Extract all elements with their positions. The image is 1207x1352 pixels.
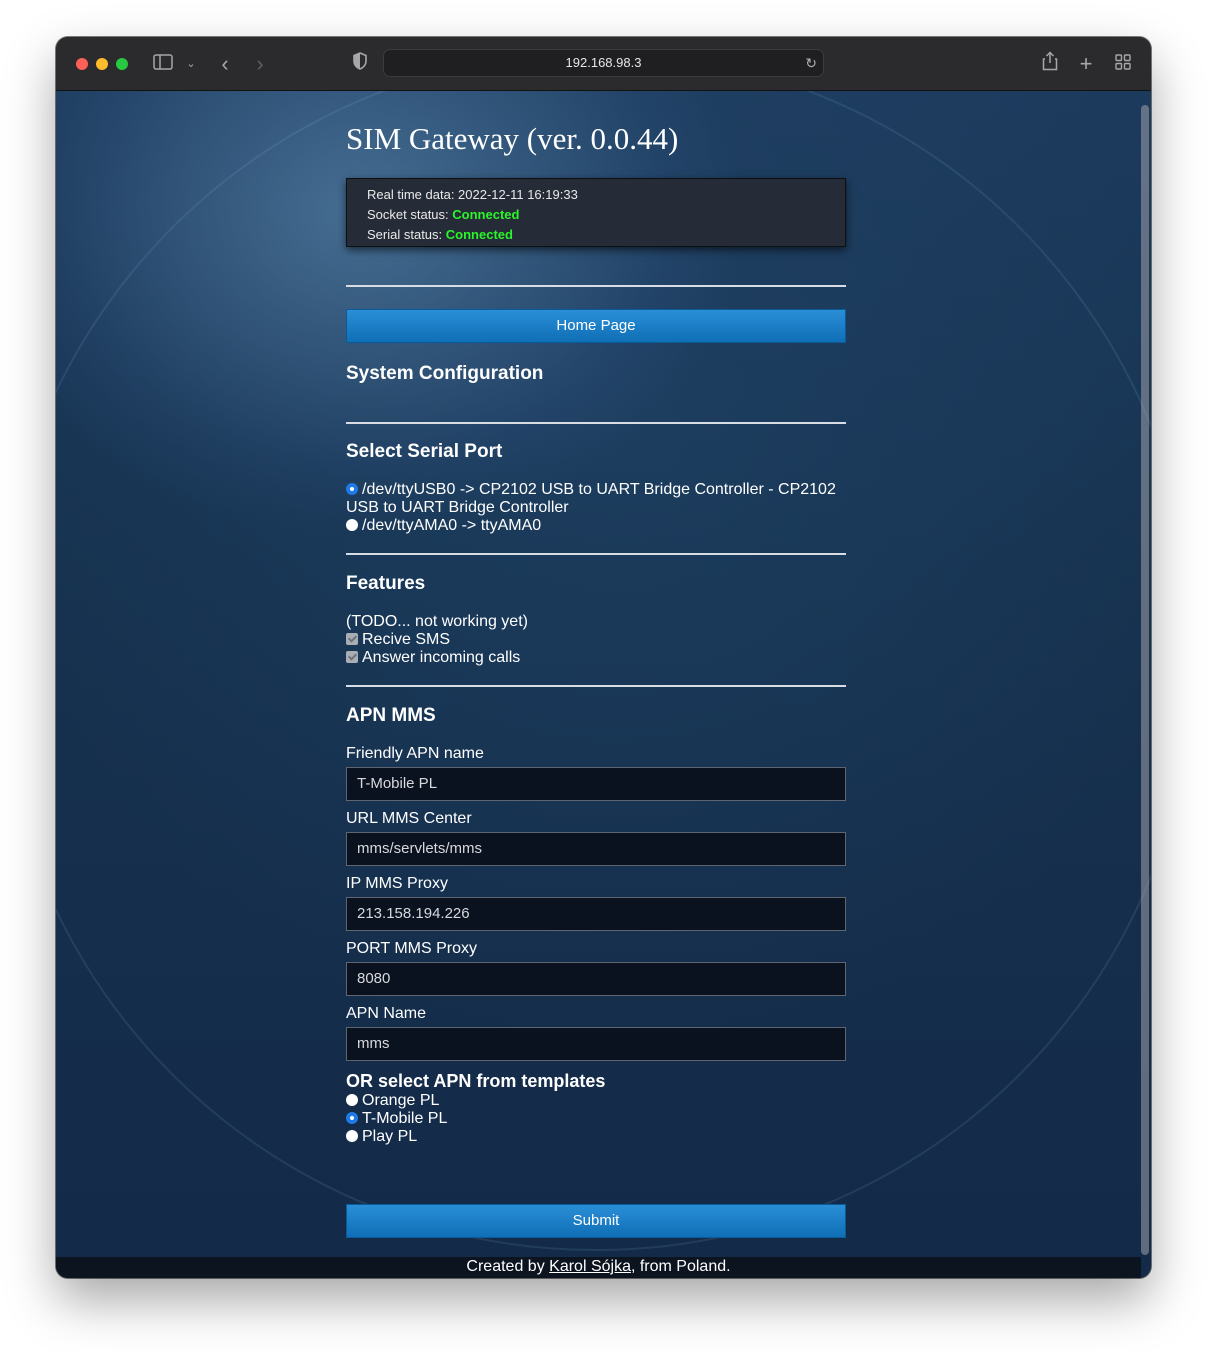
- radio-unselected-icon[interactable]: [346, 1094, 358, 1106]
- home-page-button[interactable]: Home Page: [346, 309, 846, 343]
- serial-option-usb0[interactable]: /dev/ttyUSB0 -> CP2102 USB to UART Bridg…: [346, 481, 836, 499]
- sidebar-toggle-icon[interactable]: [152, 51, 174, 77]
- radio-unselected-icon[interactable]: [346, 1130, 358, 1142]
- friendly-apn-label: Friendly APN name: [346, 745, 484, 762]
- checkbox-disabled-icon: [346, 651, 358, 663]
- serial-status-label: Serial status:: [367, 227, 443, 242]
- tab-overview-icon[interactable]: [1113, 51, 1133, 77]
- apn-name-label: APN Name: [346, 1005, 427, 1022]
- ip-mms-proxy-input[interactable]: 213.158.194.226: [346, 897, 846, 931]
- apn-mms-heading: APN MMS: [346, 705, 436, 726]
- footer: Created by Karol Sójka, from Poland.: [56, 1257, 1141, 1278]
- close-window-button[interactable]: [76, 58, 88, 70]
- port-mms-proxy-input[interactable]: 8080: [346, 962, 846, 996]
- divider: [346, 422, 846, 424]
- template-play[interactable]: Play PL: [346, 1128, 417, 1146]
- reload-icon[interactable]: ↻: [805, 50, 817, 76]
- serial-option-ama0-label: /dev/ttyAMA0 -> ttyAMA0: [362, 517, 542, 534]
- feature-recive-sms-label: Recive SMS: [362, 631, 451, 648]
- back-arrow-icon[interactable]: ‹: [216, 51, 234, 77]
- serial-option-usb0-continued: USB to UART Bridge Controller: [346, 499, 569, 516]
- port-mms-proxy-label: PORT MMS Proxy: [346, 940, 477, 957]
- shield-icon[interactable]: [350, 51, 370, 77]
- minimize-window-button[interactable]: [96, 58, 108, 70]
- ip-mms-proxy-label: IP MMS Proxy: [346, 875, 448, 892]
- submit-button[interactable]: Submit: [346, 1204, 846, 1238]
- page-title: SIM Gateway (ver. 0.0.44): [346, 121, 679, 156]
- radio-unselected-icon[interactable]: [346, 519, 358, 531]
- serial-option-usb0-label: /dev/ttyUSB0 -> CP2102 USB to UART Bridg…: [362, 481, 836, 498]
- serial-status-value: Connected: [445, 227, 513, 242]
- apn-name-input[interactable]: mms: [346, 1027, 846, 1061]
- web-content: SIM Gateway (ver. 0.0.44) Real time data…: [56, 91, 1151, 1278]
- chevron-down-icon[interactable]: ⌄: [184, 51, 198, 77]
- radio-selected-icon[interactable]: [346, 1112, 358, 1124]
- friendly-apn-input[interactable]: T-Mobile PL: [346, 767, 846, 801]
- forward-arrow-icon[interactable]: ›: [251, 51, 269, 77]
- feature-recive-sms: Recive SMS: [346, 631, 450, 649]
- checkbox-disabled-icon: [346, 633, 358, 645]
- template-orange[interactable]: Orange PL: [346, 1092, 439, 1110]
- zoom-window-button[interactable]: [116, 58, 128, 70]
- template-tmobile-label: T-Mobile PL: [362, 1110, 448, 1127]
- address-bar[interactable]: 192.168.98.3 ↻: [383, 49, 824, 77]
- apn-templates-heading: OR select APN from templates: [346, 1071, 606, 1091]
- serial-status-line: Serial status: Connected: [367, 225, 825, 245]
- template-play-label: Play PL: [362, 1128, 418, 1145]
- footer-suffix: , from Poland.: [630, 1258, 731, 1275]
- realtime-data-text: Real time data: 2022-12-11 16:19:33: [367, 187, 578, 202]
- features-note: (TODO... not working yet): [346, 613, 528, 630]
- author-link[interactable]: Karol Sójka: [549, 1258, 631, 1275]
- socket-status-line: Socket status: Connected: [367, 205, 825, 225]
- url-text: 192.168.98.3: [565, 55, 642, 70]
- radio-selected-icon[interactable]: [346, 483, 358, 495]
- feature-answer-calls: Answer incoming calls: [346, 649, 520, 667]
- feature-answer-calls-label: Answer incoming calls: [362, 649, 521, 666]
- serial-port-heading: Select Serial Port: [346, 441, 503, 462]
- realtime-status-box: Real time data: 2022-12-11 16:19:33 Sock…: [346, 178, 846, 247]
- browser-window: ⌄ ‹ › 192.168.98.3 ↻ + SIM Gateway (ver.…: [56, 37, 1151, 1278]
- share-icon[interactable]: [1040, 51, 1060, 77]
- socket-status-label: Socket status:: [367, 207, 449, 222]
- url-mms-center-label: URL MMS Center: [346, 810, 472, 827]
- divider: [346, 685, 846, 687]
- template-orange-label: Orange PL: [362, 1092, 440, 1109]
- url-mms-center-input[interactable]: mms/servlets/mms: [346, 832, 846, 866]
- divider: [346, 285, 846, 287]
- features-heading: Features: [346, 573, 426, 594]
- serial-option-ama0[interactable]: /dev/ttyAMA0 -> ttyAMA0: [346, 517, 541, 535]
- socket-status-value: Connected: [452, 207, 520, 222]
- template-tmobile[interactable]: T-Mobile PL: [346, 1110, 447, 1128]
- browser-toolbar: ⌄ ‹ › 192.168.98.3 ↻ +: [56, 37, 1151, 91]
- divider: [346, 553, 846, 555]
- system-config-heading: System Configuration: [346, 363, 544, 384]
- new-tab-icon[interactable]: +: [1076, 51, 1096, 77]
- scrollbar[interactable]: [1141, 105, 1149, 1255]
- footer-prefix: Created by: [466, 1258, 550, 1275]
